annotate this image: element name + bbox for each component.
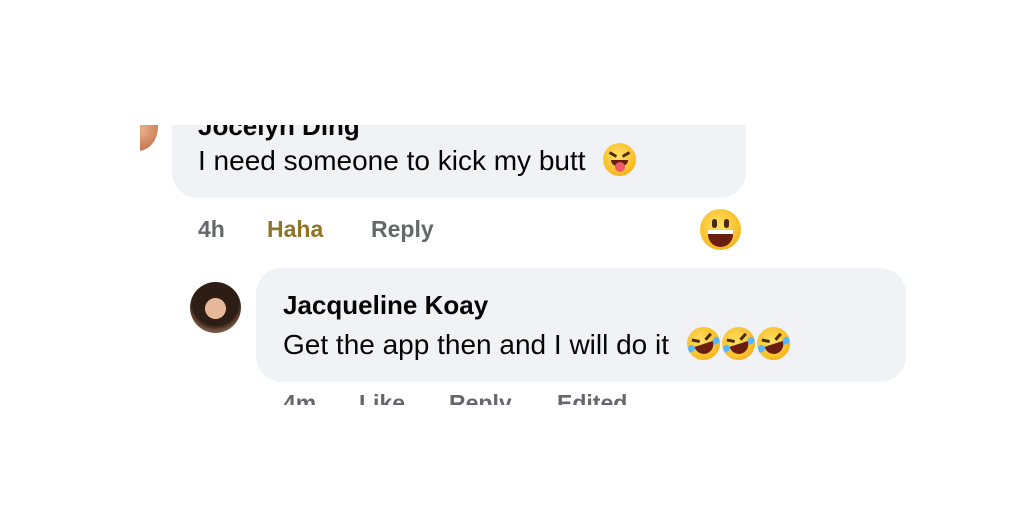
reply-text-content: Get the app then and I will do it bbox=[283, 329, 670, 360]
comment-thread: Jocelyn Ding I need someone to kick my b… bbox=[140, 125, 940, 405]
emoji-group bbox=[682, 322, 795, 367]
reply-timestamp[interactable]: 4m bbox=[283, 390, 316, 405]
reply-link[interactable]: Reply bbox=[449, 390, 512, 405]
reaction-haha-link[interactable]: Haha bbox=[267, 216, 323, 243]
rofl-emoji-icon bbox=[752, 322, 795, 365]
avatar[interactable] bbox=[140, 125, 158, 151]
reply-text: Get the app then and I will do it bbox=[283, 322, 795, 367]
rofl-emoji-icon bbox=[717, 322, 760, 365]
comment-timestamp[interactable]: 4h bbox=[198, 216, 225, 243]
like-link[interactable]: Like bbox=[359, 390, 405, 405]
grinning-face-reaction-icon[interactable] bbox=[700, 209, 741, 250]
reply-avatar[interactable] bbox=[190, 282, 241, 333]
comment-author[interactable]: Jocelyn Ding bbox=[198, 125, 360, 142]
edited-label: Edited bbox=[557, 390, 628, 405]
squinting-tongue-emoji-icon bbox=[603, 143, 637, 176]
comment-text: I need someone to kick my butt bbox=[198, 143, 637, 177]
comment-text-content: I need someone to kick my butt bbox=[198, 145, 586, 176]
reply-link[interactable]: Reply bbox=[371, 216, 434, 243]
rofl-emoji-icon bbox=[682, 322, 725, 365]
reply-author[interactable]: Jacqueline Koay bbox=[283, 290, 488, 321]
